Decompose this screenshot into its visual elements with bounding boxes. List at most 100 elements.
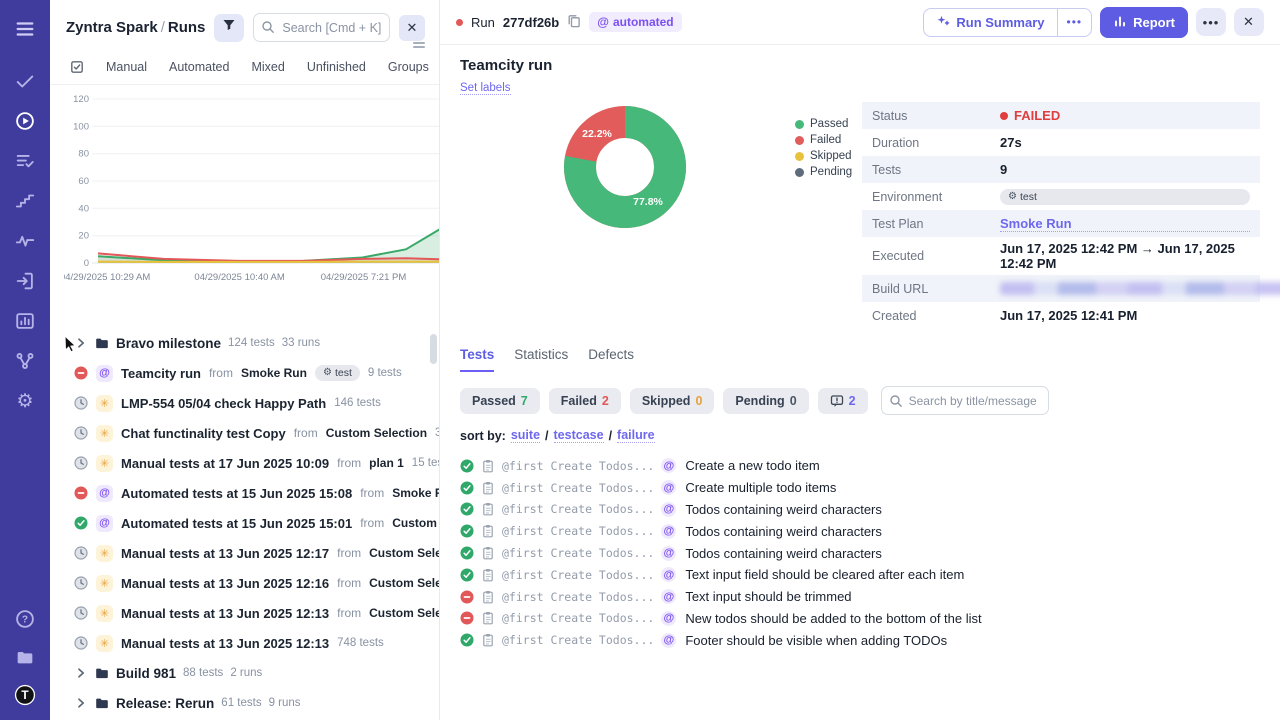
sidebar-item-gear-icon[interactable]: ⚙ — [12, 388, 38, 414]
sidebar-item-steps-icon[interactable] — [12, 188, 38, 214]
sort-link-failure[interactable]: failure — [617, 428, 655, 443]
svg-text:04/29/2025 7:21 PM: 04/29/2025 7:21 PM — [321, 272, 407, 283]
select-all-icon[interactable] — [70, 60, 84, 74]
chevron-right-icon[interactable] — [74, 336, 88, 350]
run-row[interactable]: ✳ Chat functinality test Copy from Custom… — [50, 418, 439, 448]
filter-chip-failed[interactable]: Failed 2 — [548, 387, 621, 414]
run-row[interactable]: @ Automated tests at 15 Jun 2025 15:08 f… — [50, 478, 439, 508]
sidebar-item-branch-icon[interactable] — [12, 348, 38, 374]
sidebar-item-import-icon[interactable] — [12, 268, 38, 294]
run-name: Chat functinality test Copy — [121, 425, 286, 441]
sidebar-item-list-check-icon[interactable] — [12, 148, 38, 174]
pending-status-icon — [74, 576, 88, 590]
at-icon: @ — [597, 15, 609, 29]
tab-defects[interactable]: Defects — [588, 347, 634, 372]
svg-text:?: ? — [22, 615, 28, 626]
tab-groups[interactable]: Groups — [388, 60, 429, 74]
panel-resize-handle[interactable] — [413, 42, 425, 50]
legend-dot — [795, 151, 804, 161]
filter-chip-comments[interactable]: 2 — [817, 387, 868, 414]
set-labels-link[interactable]: Set labels — [460, 82, 511, 95]
test-row[interactable]: @first Create Todos... @ Todos containin… — [460, 499, 1260, 521]
sort-link-testcase[interactable]: testcase — [553, 428, 604, 443]
tab-tests[interactable]: Tests — [460, 347, 495, 372]
test-row[interactable]: @first Create Todos... @ Text input shou… — [460, 586, 1260, 608]
environment-badge: ⚙ test — [1000, 188, 1250, 205]
run-name: Automated tests at 15 Jun 2025 15:08 — [121, 485, 353, 501]
close-panel-button[interactable]: ✕ — [399, 14, 425, 41]
svg-text:120: 120 — [73, 94, 89, 105]
svg-text:40: 40 — [78, 203, 89, 214]
failed-status-icon — [74, 366, 88, 380]
clipboard-icon — [481, 568, 495, 582]
logo-testomat[interactable]: T — [12, 682, 38, 708]
filter-chip-pending[interactable]: Pending 0 — [723, 387, 809, 414]
run-row[interactable]: ✳ LMP-554 05/04 check Happy Path 146 tes… — [50, 388, 439, 418]
sidebar-item-check-icon[interactable] — [12, 68, 38, 94]
close-run-button[interactable]: ✕ — [1234, 8, 1264, 36]
folders-icon[interactable] — [12, 644, 38, 670]
filter-chip-skipped[interactable]: Skipped 0 — [629, 387, 715, 414]
sort-link-suite[interactable]: suite — [510, 428, 541, 443]
test-title: Todos containing weird characters — [685, 545, 882, 561]
detail-label: Status — [872, 108, 908, 123]
run-summary-button[interactable]: Run Summary — [924, 9, 1056, 36]
clipboard-icon — [481, 633, 495, 647]
run-row[interactable]: @ Teamcity run from Smoke Run ⚙ test 9 tes… — [50, 358, 439, 388]
run-summary-more-button[interactable]: ••• — [1056, 8, 1092, 36]
manual-type-icon: ✳ — [96, 454, 113, 472]
chevron-right-icon[interactable] — [74, 666, 88, 680]
run-row[interactable]: ✳ Manual tests at 13 Jun 2025 12:16 from… — [50, 568, 439, 598]
folder-row[interactable]: Build 981 88 tests 2 runs — [50, 658, 439, 688]
tests-search-input[interactable] — [880, 386, 1049, 415]
scrollbar-thumb[interactable] — [430, 334, 437, 364]
test-row[interactable]: @first Create Todos... @ Create a new to… — [460, 455, 1260, 477]
passed-status-icon — [74, 516, 88, 530]
test-row[interactable]: @first Create Todos... @ Footer should b… — [460, 629, 1260, 651]
filter-button[interactable] — [214, 13, 245, 42]
folder-name: Release: Rerun — [116, 695, 215, 711]
test-row[interactable]: @first Create Todos... @ Text input fiel… — [460, 564, 1260, 586]
test-plan-link[interactable]: Smoke Run — [1000, 216, 1250, 232]
test-row[interactable]: @first Create Todos... @ New todos shoul… — [460, 608, 1260, 630]
legend-item: Skipped — [795, 148, 852, 164]
folder-row[interactable]: Release: Rerun 61 tests 9 runs — [50, 688, 439, 718]
detail-label: Environment — [872, 189, 943, 204]
tab-automated[interactable]: Automated — [169, 60, 229, 74]
test-row[interactable]: @first Create Todos... @ Create multiple… — [460, 477, 1260, 499]
tab-statistics[interactable]: Statistics — [514, 347, 568, 372]
sidebar-item-analytics-icon[interactable] — [12, 308, 38, 334]
test-row[interactable]: @first Create Todos... @ Todos containin… — [460, 520, 1260, 542]
tab-unfinished[interactable]: Unfinished — [307, 60, 366, 74]
runs-list: Bravo milestone 124 tests 33 runs @ Team… — [50, 328, 439, 718]
automated-type-icon: @ — [661, 632, 677, 648]
run-row[interactable]: ✳ Manual tests at 13 Jun 2025 12:13 748 … — [50, 628, 439, 658]
folder-row[interactable]: Bravo milestone 124 tests 33 runs — [50, 328, 439, 358]
pending-status-icon — [74, 426, 88, 440]
run-name: Manual tests at 13 Jun 2025 12:13 — [121, 635, 330, 651]
pending-status-icon — [74, 636, 88, 650]
test-suite: @first Create Todos... — [502, 502, 655, 517]
test-filter-chips: Passed 7 Failed 2 Skipped 0 Pending 0 2 — [460, 386, 1260, 415]
test-row[interactable]: @first Create Todos... @ Todos containin… — [460, 542, 1260, 564]
menu-icon[interactable] — [12, 16, 38, 42]
legend-dot — [795, 119, 804, 129]
report-button[interactable]: Report — [1100, 6, 1188, 38]
run-row[interactable]: ✳ Manual tests at 17 Jun 2025 10:09 from… — [50, 448, 439, 478]
sidebar-item-pulse-icon[interactable] — [12, 228, 38, 254]
run-row[interactable]: ✳ Manual tests at 13 Jun 2025 12:13 from… — [50, 598, 439, 628]
run-row[interactable]: ✳ Manual tests at 13 Jun 2025 12:17 from… — [50, 538, 439, 568]
chevron-right-icon[interactable] — [74, 696, 88, 710]
run-row[interactable]: @ Automated tests at 15 Jun 2025 15:01 f… — [50, 508, 439, 538]
pending-status-icon — [74, 606, 88, 620]
more-actions-button[interactable]: ••• — [1196, 8, 1226, 36]
tab-mixed[interactable]: Mixed — [251, 60, 284, 74]
automated-type-icon: @ — [96, 484, 113, 502]
sidebar-item-play-circle-icon[interactable] — [12, 108, 38, 134]
run-source: Smoke Run — [240, 366, 307, 380]
help-icon[interactable]: ? — [12, 606, 38, 632]
run-tests-count: 748 tests — [337, 637, 384, 649]
filter-chip-passed[interactable]: Passed 7 — [460, 387, 540, 414]
copy-icon[interactable] — [567, 14, 581, 31]
tab-manual[interactable]: Manual — [106, 60, 147, 74]
